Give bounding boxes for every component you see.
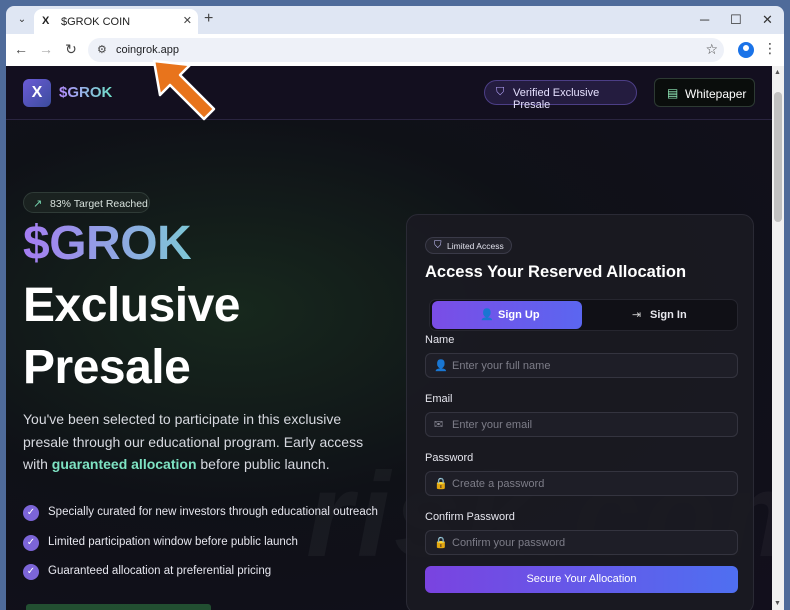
name-input[interactable] xyxy=(452,354,732,377)
login-icon: ⇥ xyxy=(632,309,642,321)
bookmark-star-icon[interactable]: ☆ xyxy=(705,41,718,58)
check-icon: ✓ xyxy=(23,535,39,551)
forward-icon[interactable]: → xyxy=(37,41,55,57)
tab-sign-in[interactable]: ⇥ Sign In xyxy=(584,301,736,329)
profile-avatar-icon[interactable] xyxy=(738,42,754,58)
check-icon: ✓ xyxy=(23,564,39,580)
page-scrollbar[interactable]: ▲ ▼ xyxy=(772,66,784,610)
feature-text: Guaranteed allocation at preferential pr… xyxy=(48,565,272,577)
close-window-icon[interactable]: ✕ xyxy=(762,12,773,28)
tab-search-icon[interactable]: ⌄ xyxy=(12,11,32,29)
name-label: Name xyxy=(425,334,455,346)
sign-in-label: Sign In xyxy=(650,309,687,321)
whitepaper-label: Whitepaper xyxy=(685,87,747,101)
shield-icon: ⛉ xyxy=(496,86,505,98)
auth-tabs: 👤 Sign Up ⇥ Sign In xyxy=(429,299,738,331)
email-field[interactable]: ✉ xyxy=(425,412,738,437)
new-tab-icon[interactable]: + xyxy=(204,10,213,28)
sign-up-label: Sign Up xyxy=(498,309,540,321)
browser-tab[interactable]: X $GROK COIN ✕ xyxy=(34,9,198,34)
email-label: Email xyxy=(425,393,453,405)
password-field[interactable]: 🔒 xyxy=(425,471,738,496)
tab-sign-up[interactable]: 👤 Sign Up xyxy=(432,301,582,329)
document-icon: ▤ xyxy=(667,86,679,100)
cta-button-edge[interactable] xyxy=(26,604,211,610)
maximize-icon[interactable]: ☐ xyxy=(730,12,742,28)
password-input[interactable] xyxy=(452,472,732,495)
confirm-password-field[interactable]: 🔒 xyxy=(425,530,738,555)
scroll-up-icon[interactable]: ▲ xyxy=(774,69,781,76)
name-field[interactable]: 👤 xyxy=(425,353,738,378)
tab-strip: ⌄ X $GROK COIN ✕ + ─ ☐ ✕ xyxy=(6,6,784,34)
verified-label: Verified Exclusive Presale xyxy=(513,87,600,111)
email-input[interactable] xyxy=(452,413,732,436)
feature-text: Limited participation window before publ… xyxy=(48,536,298,548)
browser-window: ⌄ X $GROK COIN ✕ + ─ ☐ ✕ ← → ↻ ⚙ coingro… xyxy=(6,6,784,610)
brand-name: $GROK xyxy=(59,84,113,101)
grok-favicon-icon: X xyxy=(42,15,50,27)
lock-icon: 🔒 xyxy=(434,478,448,490)
back-icon[interactable]: ← xyxy=(12,41,30,57)
password-label: Password xyxy=(425,452,474,464)
tab-title: $GROK COIN xyxy=(61,16,131,28)
hero-title-line1: Exclusive xyxy=(23,279,240,332)
trending-up-icon: ↗ xyxy=(33,198,43,210)
card-title: Access Your Reserved Allocation xyxy=(425,263,687,281)
verified-badge: ⛉ Verified Exclusive Presale xyxy=(484,80,637,111)
check-icon: ✓ xyxy=(23,505,39,521)
reload-icon[interactable]: ↻ xyxy=(62,41,80,58)
grok-logo-icon[interactable]: X xyxy=(23,79,51,107)
close-tab-icon[interactable]: ✕ xyxy=(183,14,192,27)
minimize-icon[interactable]: ─ xyxy=(700,12,709,27)
confirm-password-label: Confirm Password xyxy=(425,511,515,523)
target-label: 83% Target Reached xyxy=(50,198,148,210)
lock-icon: 🔒 xyxy=(434,537,448,549)
limited-access-badge: ⛉ Limited Access xyxy=(425,237,512,254)
desc-part2: before public launch. xyxy=(196,456,330,472)
scroll-thumb[interactable] xyxy=(774,92,782,222)
limited-access-label: Limited Access xyxy=(447,241,504,251)
user-icon: 👤 xyxy=(434,360,448,372)
browser-toolbar: ← → ↻ ⚙ coingrok.app ☆ ⋮ xyxy=(6,34,784,66)
site-header: X $GROK ⛉ Verified Exclusive Presale ▤ W… xyxy=(6,66,772,120)
hero-title-brand: $GROK xyxy=(23,217,192,270)
confirm-password-input[interactable] xyxy=(452,531,732,554)
desc-highlight: guaranteed allocation xyxy=(51,456,197,472)
menu-kebab-icon[interactable]: ⋮ xyxy=(763,40,777,57)
whitepaper-button[interactable]: ▤ Whitepaper xyxy=(654,78,755,107)
allocation-card: ⛉ Limited Access Access Your Reserved Al… xyxy=(406,214,754,610)
page-content: risk.com X $GROK ⛉ Verified Exclusive Pr… xyxy=(6,66,772,610)
hero-title-line2: Presale xyxy=(23,341,191,394)
shield-icon: ⛉ xyxy=(434,240,442,251)
secure-allocation-button[interactable]: Secure Your Allocation xyxy=(425,566,738,593)
target-badge: ↗ 83% Target Reached xyxy=(23,192,150,213)
annotation-arrow-icon xyxy=(152,59,216,121)
scroll-down-icon[interactable]: ▼ xyxy=(774,600,781,607)
hero-description: You've been selected to participate in t… xyxy=(23,408,383,476)
user-plus-icon: 👤 xyxy=(480,309,494,321)
feature-text: Specially curated for new investors thro… xyxy=(48,506,378,518)
mail-icon: ✉ xyxy=(434,419,444,431)
site-info-icon[interactable]: ⚙ xyxy=(97,43,107,56)
